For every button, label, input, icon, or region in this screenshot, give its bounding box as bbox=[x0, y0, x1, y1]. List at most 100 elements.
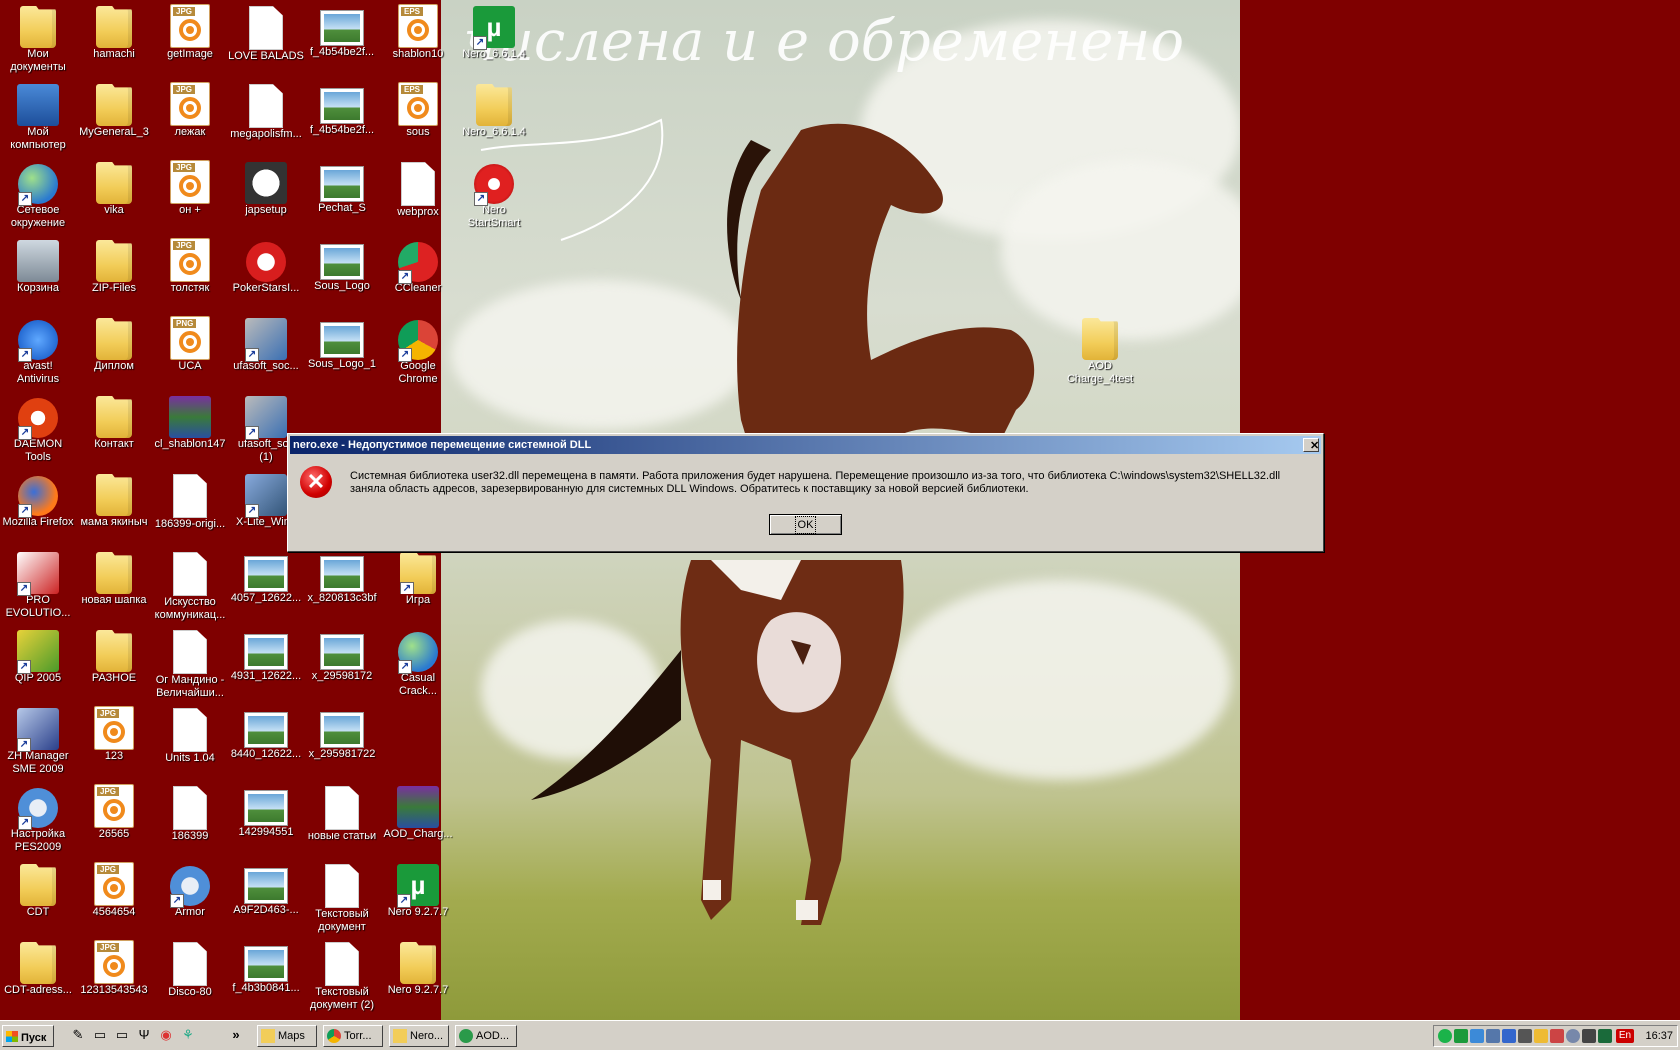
desktop-icon-nero-startsmart[interactable]: Nero StartSmart bbox=[456, 156, 532, 232]
desktop-icon-sous[interactable]: EPS sous bbox=[380, 78, 456, 154]
volume-icon[interactable] bbox=[1582, 1029, 1596, 1043]
desktop-icon-network-places[interactable]: Сетевое окружение bbox=[0, 156, 76, 232]
desktop-icon-on-plus[interactable]: JPG он + bbox=[152, 156, 228, 232]
desktop-icon-sous-logo[interactable]: Sous_Logo bbox=[304, 234, 380, 310]
desktop-icon-kontakt[interactable]: Контакт bbox=[76, 390, 152, 466]
desktop-icon-love-balads[interactable]: LOVE BALADS bbox=[228, 0, 304, 76]
desktop-icon-a9f2d463[interactable]: A9F2D463-... bbox=[228, 858, 304, 934]
desktop-icon-tolstyak[interactable]: JPG толстяк bbox=[152, 234, 228, 310]
desktop-icon-x-820813c3bf[interactable]: x_820813c3bf bbox=[304, 546, 380, 622]
desktop-icon-novye-stati[interactable]: новые статьи bbox=[304, 780, 380, 856]
shield-icon[interactable] bbox=[1550, 1029, 1564, 1043]
desktop-icon-ufasoft-soc[interactable]: ufasoft_soc... bbox=[228, 312, 304, 388]
utorrent-icon[interactable] bbox=[1454, 1029, 1468, 1043]
desktop-icon-casual-crack[interactable]: Casual Crack... bbox=[380, 624, 456, 700]
desktop-icon-mygeneral-3[interactable]: MyGeneraL_3 bbox=[76, 78, 152, 154]
drive-icon[interactable]: ▭ bbox=[114, 1027, 130, 1043]
notification-icon[interactable] bbox=[1534, 1029, 1548, 1043]
clock[interactable]: 16:37 bbox=[1645, 1026, 1673, 1046]
task-maps[interactable]: Maps bbox=[257, 1025, 317, 1047]
desktop-icon-12313543543[interactable]: JPG 12313543543 bbox=[76, 936, 152, 1012]
desktop-icon-disco-80[interactable]: Disco-80 bbox=[152, 936, 228, 1012]
desktop-icon-google-chrome[interactable]: Google Chrome bbox=[380, 312, 456, 388]
desktop-icon-igra[interactable]: Игра bbox=[380, 546, 456, 622]
utorrent-icon[interactable] bbox=[1598, 1029, 1612, 1043]
desktop-icon-nero-9277-folder[interactable]: Nero 9.2.7.7 bbox=[380, 936, 456, 1012]
desktop-icon-japsetup[interactable]: japsetup bbox=[228, 156, 304, 232]
desktop-icon-aod-charge-4test[interactable]: AOD Charge_4test bbox=[1062, 312, 1138, 388]
desktop-icon-qip-2005[interactable]: QIP 2005 bbox=[0, 624, 76, 700]
desktop-icon-142994551[interactable]: 142994551 bbox=[228, 780, 304, 856]
desktop-icon-186399-original[interactable]: 186399-origi... bbox=[152, 468, 228, 544]
desktop-icon-hamachi[interactable]: hamachi bbox=[76, 0, 152, 76]
desktop-icon-text-document[interactable]: Текстовый документ bbox=[304, 858, 380, 934]
desktop-icon-iskusstvo-kommunikacii[interactable]: Искусство коммуникац... bbox=[152, 546, 228, 622]
pen-icon[interactable] bbox=[1518, 1029, 1532, 1043]
desktop-icon-pechat-s[interactable]: Pechat_S bbox=[304, 156, 380, 232]
notepad-icon[interactable]: ✎ bbox=[70, 1027, 86, 1043]
desktop-icon-ccleaner[interactable]: CCleaner bbox=[380, 234, 456, 310]
network-icon[interactable] bbox=[1470, 1029, 1484, 1043]
desktop-icon-nero-6614-folder[interactable]: Nero_6.6.1.4 bbox=[456, 78, 532, 154]
desktop-icon-aod-charge[interactable]: AOD_Charg... bbox=[380, 780, 456, 856]
desktop-icon-mama-yakinych[interactable]: мама якиныч bbox=[76, 468, 152, 544]
desktop-icon-cdt-adress[interactable]: CDT-adress... bbox=[0, 936, 76, 1012]
desktop-icon-lezhak[interactable]: JPG лежак bbox=[152, 78, 228, 154]
desktop-icon-f-4b54be2f-2[interactable]: f_4b54be2f... bbox=[304, 78, 380, 154]
task-torrent[interactable]: Torr... bbox=[323, 1025, 383, 1047]
desktop-icon-sous-logo-1[interactable]: Sous_Logo_1 bbox=[304, 312, 380, 388]
desktop-icon-nero-9277[interactable]: µNero 9.2.7.7 bbox=[380, 858, 456, 934]
desktop-icon-nastroyka-pes2009[interactable]: Настройка PES2009 bbox=[0, 780, 76, 856]
start-button[interactable]: Пуск bbox=[2, 1025, 54, 1047]
desktop-icon-text-document-2[interactable]: Текстовый документ (2) bbox=[304, 936, 380, 1012]
dialog-titlebar[interactable]: nero.exe - Недопустимое перемещение сист… bbox=[290, 436, 1321, 454]
task-aod[interactable]: AOD... bbox=[455, 1025, 517, 1047]
desktop-icon-units-104[interactable]: Units 1.04 bbox=[152, 702, 228, 778]
desktop-icon-zh-manager-sme-2009[interactable]: ZH Manager SME 2009 bbox=[0, 702, 76, 778]
desktop-icon-zip-files[interactable]: ZIP-Files bbox=[76, 234, 152, 310]
desktop-icon-novaya-shapka[interactable]: новая шапка bbox=[76, 546, 152, 622]
task-nero[interactable]: Nero... bbox=[389, 1025, 449, 1047]
desktop-icon-pokerstars[interactable]: PokerStarsI... bbox=[228, 234, 304, 310]
desktop-icon-webprox[interactable]: webprox bbox=[380, 156, 456, 232]
desktop-icon-4564654[interactable]: JPG 4564654 bbox=[76, 858, 152, 934]
dialog-close-button[interactable]: ✕ bbox=[1303, 438, 1319, 452]
desktop-icon-4057-12622[interactable]: 4057_12622... bbox=[228, 546, 304, 622]
desktop-icon-nero-6614-utorrent[interactable]: µ Nero_6.6.1.4 bbox=[456, 0, 532, 76]
language-indicator[interactable]: En bbox=[1616, 1029, 1634, 1043]
desktop-icon-x-295981722[interactable]: x_295981722 bbox=[304, 702, 380, 778]
desktop-icon-cdt[interactable]: CDT bbox=[0, 858, 76, 934]
settings-icon[interactable] bbox=[1566, 1029, 1580, 1043]
desktop-icon-123[interactable]: JPG 123 bbox=[76, 702, 152, 778]
desktop-icon-recycle-bin[interactable]: Корзина bbox=[0, 234, 76, 310]
desktop-icon-uca[interactable]: PNG UCA bbox=[152, 312, 228, 388]
desktop-icon-getimage[interactable]: JPG getImage bbox=[152, 0, 228, 76]
desktop-icon-my-computer[interactable]: Мой компьютер bbox=[0, 78, 76, 154]
drive-icon[interactable]: ▭ bbox=[92, 1027, 108, 1043]
status-icon[interactable] bbox=[1438, 1029, 1452, 1043]
desktop-icon-8440-12622[interactable]: 8440_12622... bbox=[228, 702, 304, 778]
desktop-icon-4931-12622[interactable]: 4931_12622... bbox=[228, 624, 304, 700]
desktop-icon-shablon10[interactable]: EPS shablon10 bbox=[380, 0, 456, 76]
display-icon[interactable] bbox=[1502, 1029, 1516, 1043]
desktop-icon-raznoe[interactable]: РАЗНОЕ bbox=[76, 624, 152, 700]
desktop-icon-cl-shablon147[interactable]: cl_shablon147 bbox=[152, 390, 228, 466]
desktop-icon-mozilla-firefox[interactable]: Mozilla Firefox bbox=[0, 468, 76, 544]
network-icon[interactable]: ⚘ bbox=[180, 1027, 196, 1043]
ok-button[interactable]: OK bbox=[769, 514, 842, 535]
desktop-icon-x-29598172[interactable]: x_29598172 bbox=[304, 624, 380, 700]
desktop-icon-armor[interactable]: Armor bbox=[152, 858, 228, 934]
antenna-icon[interactable]: Ψ bbox=[136, 1027, 152, 1043]
desktop-icon-my-documents[interactable]: Мои документы bbox=[0, 0, 76, 76]
desktop-icon-186399[interactable]: 186399 bbox=[152, 780, 228, 856]
desktop-icon-daemon-tools-pro[interactable]: DAEMON Tools Pro bbox=[0, 390, 76, 466]
monitor-icon[interactable] bbox=[1486, 1029, 1500, 1043]
desktop-icon-diplom[interactable]: Диплом bbox=[76, 312, 152, 388]
desktop-icon-megapolisfm[interactable]: megapolisfm... bbox=[228, 78, 304, 154]
quick-launch-overflow-icon[interactable]: » bbox=[228, 1027, 244, 1043]
desktop-icon-vika[interactable]: vika bbox=[76, 156, 152, 232]
desktop-icon-f-4b54be2f[interactable]: f_4b54be2f... bbox=[304, 0, 380, 76]
desktop-icon-og-mandino[interactable]: Ог Мандино - Величайши... bbox=[152, 624, 228, 700]
desktop-icon-f-4b3b0841[interactable]: f_4b3b0841... bbox=[228, 936, 304, 1012]
desktop-icon-26565[interactable]: JPG 26565 bbox=[76, 780, 152, 856]
